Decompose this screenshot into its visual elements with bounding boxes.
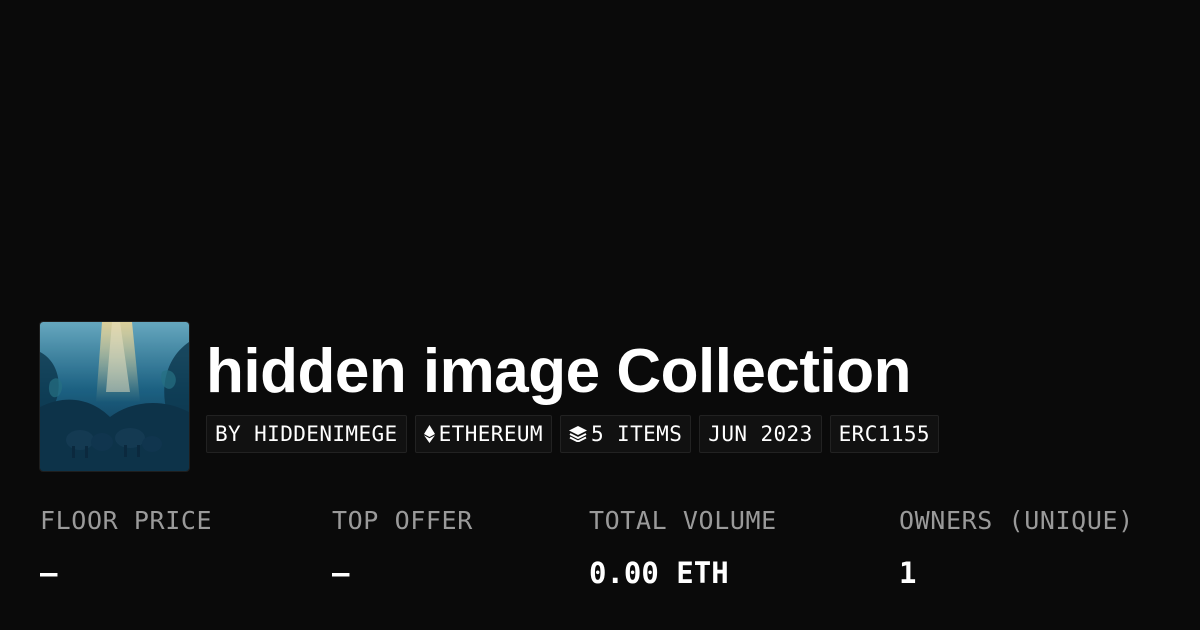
chain-label: ETHEREUM: [438, 422, 543, 446]
ethereum-icon: [423, 425, 435, 443]
chain-badge[interactable]: ETHEREUM: [414, 415, 552, 453]
owners-label: OWNERS (UNIQUE): [899, 506, 1134, 535]
top-offer-stat: TOP OFFER –: [332, 504, 473, 591]
collection-title: hidden image Collection: [206, 337, 912, 406]
items-badge[interactable]: 5 ITEMS: [559, 415, 692, 453]
floor-price-label: FLOOR PRICE: [40, 506, 213, 535]
floor-price-value: –: [40, 556, 58, 590]
collection-share-card: hidden image Collection BY HIDDENIMEGE E…: [0, 0, 1200, 630]
owners-value: 1: [899, 556, 917, 590]
owners-stat: OWNERS (UNIQUE) 1: [899, 504, 1134, 591]
top-offer-value: –: [332, 556, 350, 590]
standard-badge: ERC1155: [829, 415, 939, 453]
floor-price-stat: FLOOR PRICE –: [40, 504, 212, 591]
total-volume-stat: TOTAL VOLUME 0.00 ETH: [589, 504, 777, 591]
total-volume-label: TOTAL VOLUME: [589, 506, 777, 535]
creator-badge[interactable]: BY HIDDENIMEGE: [206, 415, 407, 453]
layers-icon: [568, 426, 587, 442]
collection-artwork-icon: [40, 322, 189, 471]
collection-thumbnail: [39, 321, 190, 472]
items-label: 5 ITEMS: [590, 422, 683, 446]
standard-label: ERC1155: [838, 422, 930, 446]
creator-label: BY HIDDENIMEGE: [215, 422, 398, 446]
collection-badges: BY HIDDENIMEGE ETHEREUM 5 ITEMS JUN 2023…: [206, 415, 939, 453]
date-label: JUN 2023: [708, 422, 813, 446]
top-offer-label: TOP OFFER: [332, 506, 473, 535]
date-badge: JUN 2023: [699, 415, 822, 453]
total-volume-value: 0.00 ETH: [589, 556, 729, 590]
